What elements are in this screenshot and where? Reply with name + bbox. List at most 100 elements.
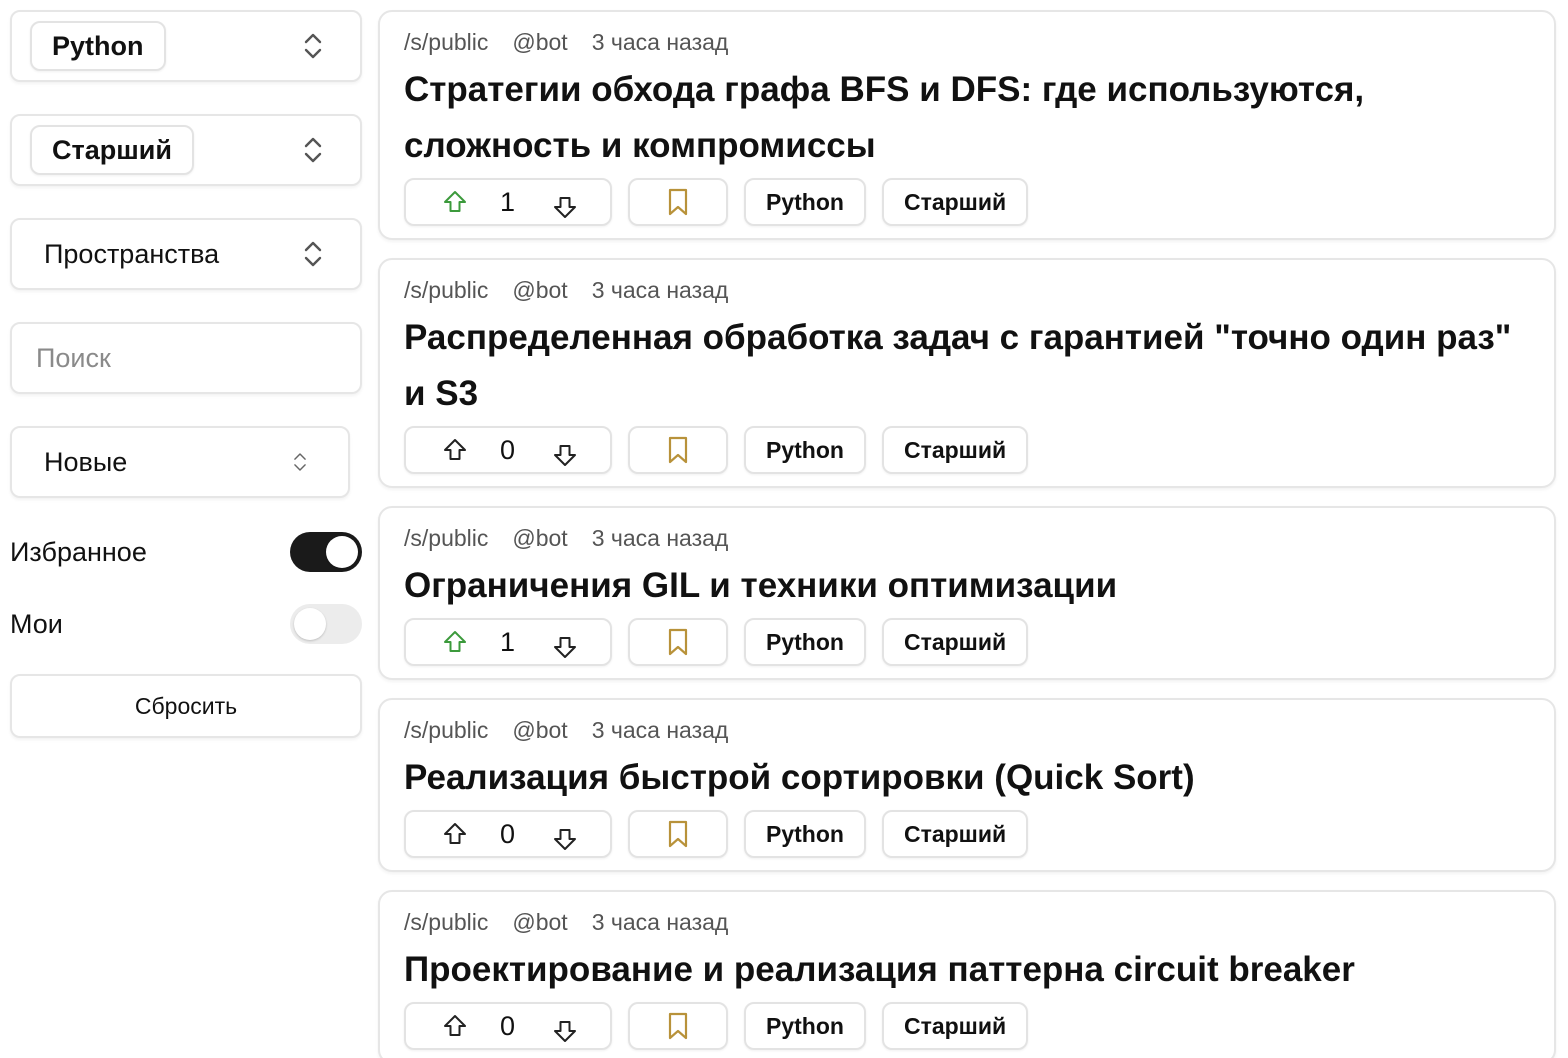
language-select[interactable]: Python [10, 10, 362, 82]
downvote-button[interactable] [552, 194, 578, 220]
post-meta: /s/public @bot 3 часа назад [404, 904, 1530, 940]
downvote-button[interactable] [552, 634, 578, 660]
level-chip: Старший [30, 125, 194, 175]
upvote-button[interactable] [442, 189, 468, 215]
bookmark-button[interactable] [628, 1002, 728, 1050]
post-time: 3 часа назад [591, 908, 729, 935]
post-actions: 0 Python Старший [404, 426, 1530, 474]
level-select[interactable]: Старший [10, 114, 362, 186]
post-title[interactable]: Реализация быстрой сортировки (Quick Sor… [404, 750, 1530, 806]
upvote-button[interactable] [442, 629, 468, 655]
upvote-button[interactable] [442, 437, 468, 463]
post-card[interactable]: /s/public @bot 3 часа назад Ограничения … [378, 506, 1556, 680]
arrow-down-icon [554, 197, 576, 218]
toggle-knob [294, 608, 326, 640]
post-meta: /s/public @bot 3 часа назад [404, 520, 1530, 556]
post-author-link[interactable]: @bot [512, 29, 567, 56]
post-space-link[interactable]: /s/public [404, 909, 488, 936]
search-input[interactable] [12, 324, 360, 392]
bookmark-button[interactable] [628, 178, 728, 226]
upvote-button[interactable] [442, 821, 468, 847]
bookmark-icon [668, 436, 688, 464]
arrow-down-icon [554, 637, 576, 658]
post-card[interactable]: /s/public @bot 3 часа назад Распределенн… [378, 258, 1556, 488]
post-card[interactable]: /s/public @bot 3 часа назад Проектирован… [378, 890, 1556, 1058]
vote-control: 0 [404, 1002, 612, 1050]
chevron-up-down-icon [294, 453, 306, 471]
language-chip: Python [30, 21, 166, 71]
post-title[interactable]: Стратегии обхода графа BFS и DFS: где ис… [404, 62, 1530, 174]
tag-language[interactable]: Python [744, 618, 866, 666]
sort-select[interactable]: Новые [10, 426, 350, 498]
arrow-down-icon [554, 1021, 576, 1042]
post-time: 3 часа назад [591, 276, 729, 303]
filter-sidebar: Python Старший Пространства Новые Избран… [10, 10, 362, 738]
bookmark-icon [668, 628, 688, 656]
post-actions: 1 Python Старший [404, 618, 1530, 666]
favorites-toggle[interactable] [290, 532, 362, 572]
arrow-up-icon [444, 823, 466, 844]
bookmark-button[interactable] [628, 810, 728, 858]
post-time: 3 часа назад [591, 716, 729, 743]
post-card[interactable]: /s/public @bot 3 часа назад Реализация б… [378, 698, 1556, 872]
search-field [10, 322, 362, 394]
mine-toggle[interactable] [290, 604, 362, 644]
mine-row: Мои [10, 602, 362, 646]
favorites-label: Избранное [10, 536, 147, 567]
tag-level[interactable]: Старший [881, 810, 1029, 858]
post-meta: /s/public @bot 3 часа назад [404, 272, 1530, 308]
upvote-button[interactable] [442, 1013, 468, 1039]
vote-count: 0 [500, 434, 516, 465]
post-author-link[interactable]: @bot [512, 277, 567, 304]
arrow-down-icon [554, 829, 576, 850]
vote-count: 0 [500, 818, 516, 849]
reset-button[interactable]: Сбросить [10, 674, 362, 738]
post-time: 3 часа назад [591, 524, 729, 551]
post-title[interactable]: Распределенная обработка задач с гаранти… [404, 310, 1530, 422]
tag-language[interactable]: Python [744, 426, 866, 474]
post-space-link[interactable]: /s/public [404, 277, 488, 304]
post-actions: 0 Python Старший [404, 1002, 1530, 1050]
spaces-select-value: Пространства [44, 238, 220, 269]
tag-level[interactable]: Старший [881, 1002, 1029, 1050]
post-feed: /s/public @bot 3 часа назад Стратегии об… [378, 10, 1556, 1058]
vote-control: 1 [404, 178, 612, 226]
post-meta: /s/public @bot 3 часа назад [404, 24, 1530, 60]
chevron-up-down-icon [304, 137, 322, 163]
downvote-button[interactable] [552, 1018, 578, 1044]
post-space-link[interactable]: /s/public [404, 525, 488, 552]
tag-language[interactable]: Python [744, 810, 866, 858]
vote-count: 1 [500, 626, 516, 657]
post-title[interactable]: Проектирование и реализация паттерна cir… [404, 942, 1530, 998]
tag-level[interactable]: Старший [881, 618, 1029, 666]
post-title[interactable]: Ограничения GIL и техники оптимизации [404, 558, 1530, 614]
post-author-link[interactable]: @bot [512, 909, 567, 936]
tag-language[interactable]: Python [744, 1002, 866, 1050]
post-time: 3 часа назад [591, 28, 729, 55]
bookmark-button[interactable] [628, 618, 728, 666]
tag-language[interactable]: Python [744, 178, 866, 226]
arrow-up-icon [444, 631, 466, 652]
post-card[interactable]: /s/public @bot 3 часа назад Стратегии об… [378, 10, 1556, 240]
tag-level[interactable]: Старший [881, 426, 1029, 474]
sort-select-value: Новые [44, 446, 128, 477]
post-meta: /s/public @bot 3 часа назад [404, 712, 1530, 748]
post-author-link[interactable]: @bot [512, 717, 567, 744]
downvote-button[interactable] [552, 826, 578, 852]
spaces-select[interactable]: Пространства [10, 218, 362, 290]
post-space-link[interactable]: /s/public [404, 717, 488, 744]
downvote-button[interactable] [552, 442, 578, 468]
mine-label: Мои [10, 608, 63, 639]
vote-control: 0 [404, 810, 612, 858]
arrow-up-icon [444, 439, 466, 460]
chevron-up-down-icon [304, 241, 322, 267]
post-actions: 1 Python Старший [404, 178, 1530, 226]
post-space-link[interactable]: /s/public [404, 29, 488, 56]
post-author-link[interactable]: @bot [512, 525, 567, 552]
vote-count: 1 [500, 186, 516, 217]
post-actions: 0 Python Старший [404, 810, 1530, 858]
vote-control: 0 [404, 426, 612, 474]
arrow-up-icon [444, 191, 466, 212]
tag-level[interactable]: Старший [881, 178, 1029, 226]
bookmark-button[interactable] [628, 426, 728, 474]
